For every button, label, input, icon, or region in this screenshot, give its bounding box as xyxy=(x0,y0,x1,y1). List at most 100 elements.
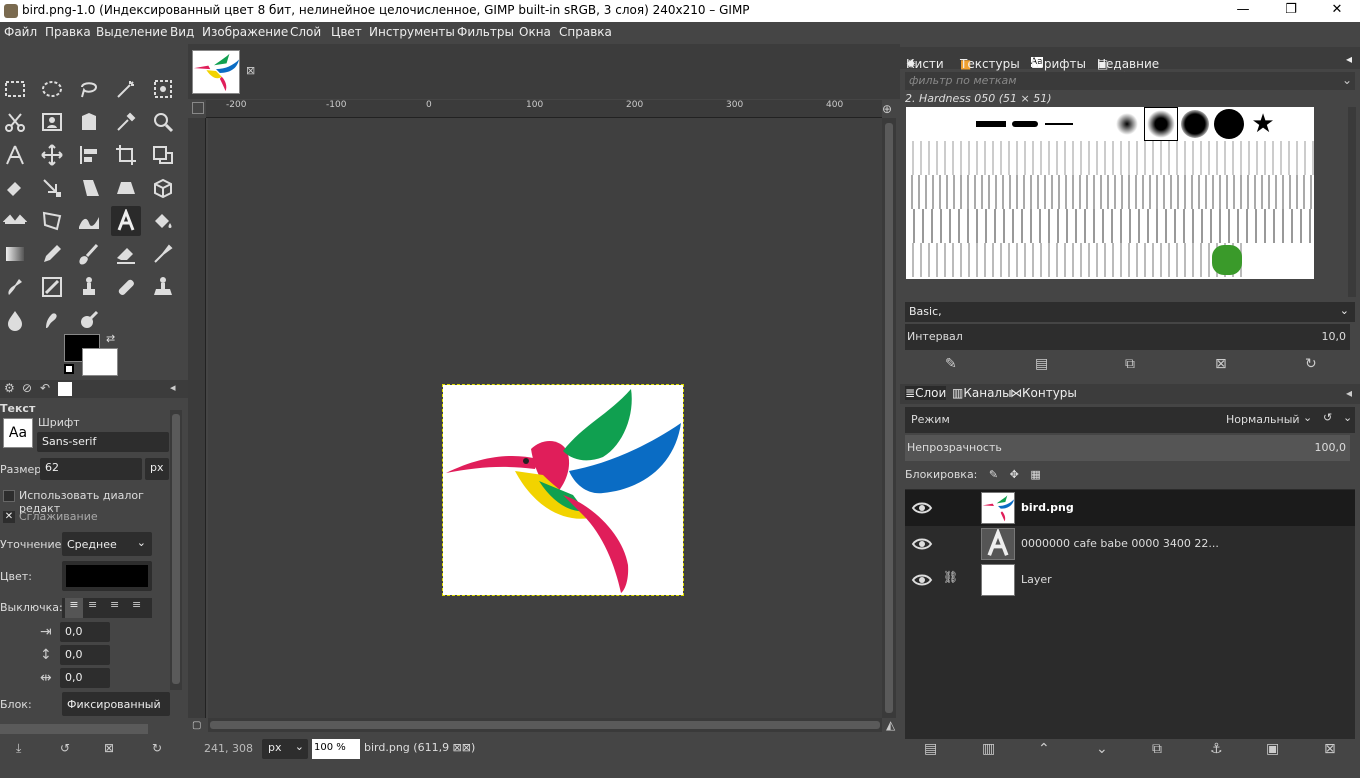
rect-select-icon[interactable] xyxy=(0,74,30,104)
paths-icon[interactable] xyxy=(74,107,104,137)
brush-grid[interactable]: ★ xyxy=(906,107,1314,279)
dock-menu-icon[interactable]: ◂ xyxy=(1346,52,1352,66)
navigate-icon[interactable]: ◭ xyxy=(886,718,895,732)
fuzzy-select-icon[interactable] xyxy=(111,74,141,104)
brush-item[interactable] xyxy=(974,107,1008,141)
reset-options-icon[interactable]: ↻ xyxy=(152,741,162,755)
text-color-button[interactable] xyxy=(62,561,152,591)
use-dialog-checkbox[interactable] xyxy=(3,490,15,502)
brush-item-selected[interactable] xyxy=(1144,107,1178,141)
brush-item[interactable] xyxy=(1212,107,1246,141)
canvas-hscroll[interactable] xyxy=(208,718,882,732)
unified-transform-icon[interactable] xyxy=(148,140,178,170)
perspective-icon[interactable] xyxy=(111,173,141,203)
font-field[interactable]: Sans-serif xyxy=(37,432,169,452)
zoom-fit-icon[interactable]: ⊕ xyxy=(882,102,892,116)
restore-preset-icon[interactable]: ↺ xyxy=(60,741,70,755)
quick-mask-corner-icon[interactable] xyxy=(192,102,204,114)
chain-icon[interactable]: ⛓ xyxy=(943,570,958,584)
gradient-icon[interactable] xyxy=(0,239,30,269)
mask-layer-icon[interactable]: ▣ xyxy=(1266,741,1279,757)
eye-icon[interactable] xyxy=(911,498,933,518)
menu-help[interactable]: Справка xyxy=(559,25,612,39)
color-picker-icon[interactable] xyxy=(111,107,141,137)
layer-mode-select[interactable]: Режим Нормальный ⌄ ↺ ⌄ xyxy=(905,407,1355,433)
tool-options-vscroll[interactable] xyxy=(170,410,182,690)
tab-layers[interactable]: ≣Слои xyxy=(905,386,947,400)
measure-icon[interactable] xyxy=(0,140,30,170)
indent-field[interactable]: 0,0 xyxy=(60,622,110,642)
anchor-layer-icon[interactable]: ⚓ xyxy=(1210,741,1223,757)
opacity-slider[interactable]: Непрозрачность 100,0 xyxy=(905,435,1350,461)
image-tab-thumbnail[interactable] xyxy=(192,50,240,94)
layer-row[interactable]: bird.png xyxy=(905,490,1355,526)
layer-row[interactable]: 0000000 cafe babe 0000 3400 22... xyxy=(905,526,1355,562)
default-colors-icon[interactable] xyxy=(64,364,74,374)
paintbrush-icon[interactable] xyxy=(74,239,104,269)
menu-select[interactable]: Выделение xyxy=(96,25,167,39)
justify-right-icon[interactable]: ≡ xyxy=(88,598,97,611)
lock-position-icon[interactable]: ✥ xyxy=(1010,468,1019,481)
menu-view[interactable]: Вид xyxy=(170,25,194,39)
blur-icon[interactable] xyxy=(0,305,30,335)
mode-reset-icon[interactable]: ↺ xyxy=(1323,411,1332,424)
delete-layer-icon[interactable]: ⊠ xyxy=(1324,741,1336,757)
lasso-icon[interactable] xyxy=(74,74,104,104)
brush-item[interactable] xyxy=(1178,107,1212,141)
duplicate-layer-icon[interactable]: ⧉ xyxy=(1152,741,1162,757)
menu-color[interactable]: Цвет xyxy=(331,25,362,39)
foreground-select-icon[interactable] xyxy=(37,107,67,137)
mypaint-brush-icon[interactable] xyxy=(37,272,67,302)
eraser-icon[interactable] xyxy=(111,239,141,269)
lock-pixels-icon[interactable]: ✎ xyxy=(989,468,998,481)
line-spacing-field[interactable]: 0,0 xyxy=(60,645,110,665)
align-icon[interactable] xyxy=(74,140,104,170)
pencil-icon[interactable] xyxy=(37,239,67,269)
zoom-icon[interactable] xyxy=(148,107,178,137)
justify-center-icon[interactable]: ≡ xyxy=(110,598,119,611)
eye-icon[interactable] xyxy=(911,570,933,590)
zoom-select[interactable]: 100 % xyxy=(312,739,360,759)
duplicate-brush-icon[interactable]: ⧉ xyxy=(1125,356,1135,372)
crop-icon[interactable] xyxy=(111,140,141,170)
flip-icon[interactable] xyxy=(0,206,30,236)
pepper-brush-icon[interactable] xyxy=(1212,245,1242,275)
shear-icon[interactable] xyxy=(74,173,104,203)
delete-brush-icon[interactable]: ⊠ xyxy=(1215,356,1227,372)
raise-layer-icon[interactable]: ⌃ xyxy=(1038,741,1050,757)
configure-tab-icon[interactable]: ◂ xyxy=(170,381,176,394)
new-brush-icon[interactable]: ▤ xyxy=(1035,356,1048,372)
justify-fill-icon[interactable]: ≡ xyxy=(132,598,141,611)
close-tab-icon[interactable]: ⊠ xyxy=(246,64,255,77)
canvas-hscroll-thumb[interactable] xyxy=(210,721,880,729)
new-layer-group-icon[interactable]: ▥ xyxy=(982,741,995,757)
chevron-down-icon[interactable]: ⌄ xyxy=(1343,411,1352,424)
3d-transform-icon[interactable] xyxy=(148,173,178,203)
device-status-tab-icon[interactable]: ⊘ xyxy=(22,381,32,395)
edit-brush-icon[interactable]: ✎ xyxy=(945,356,957,372)
text-tool-icon[interactable] xyxy=(111,206,141,236)
layer-row[interactable]: ⛓ Layer xyxy=(905,562,1355,598)
bird-image[interactable] xyxy=(442,384,684,596)
chevron-down-icon[interactable]: ⌄ xyxy=(1342,73,1352,87)
undo-history-tab-icon[interactable]: ↶ xyxy=(40,381,50,395)
tab-channels[interactable]: ▥Каналы xyxy=(952,386,1012,400)
size-unit-select[interactable]: px xyxy=(145,458,169,480)
menu-tools[interactable]: Инструменты xyxy=(369,25,455,39)
spacing-slider[interactable]: Интервал 10,0 xyxy=(905,324,1350,350)
cage-transform-icon[interactable] xyxy=(37,206,67,236)
tool-options-tab-icon[interactable]: ⚙ xyxy=(4,381,15,395)
tool-options-hscroll[interactable] xyxy=(0,724,148,734)
new-layer-icon[interactable]: ▤ xyxy=(924,741,937,757)
menu-image[interactable]: Изображение xyxy=(202,25,288,39)
justify-left-icon[interactable]: ≡ xyxy=(65,598,83,618)
maximize-button[interactable]: ❐ xyxy=(1268,0,1314,22)
airbrush-icon[interactable] xyxy=(148,239,178,269)
eye-icon[interactable] xyxy=(911,534,933,554)
ink-icon[interactable] xyxy=(0,272,30,302)
brush-vscroll[interactable] xyxy=(1348,107,1356,297)
brush-item[interactable] xyxy=(1110,107,1144,141)
canvas-vscroll[interactable] xyxy=(882,118,896,718)
hinting-select[interactable]: Среднее ⌄ xyxy=(62,532,152,556)
canvas[interactable] xyxy=(208,118,882,718)
